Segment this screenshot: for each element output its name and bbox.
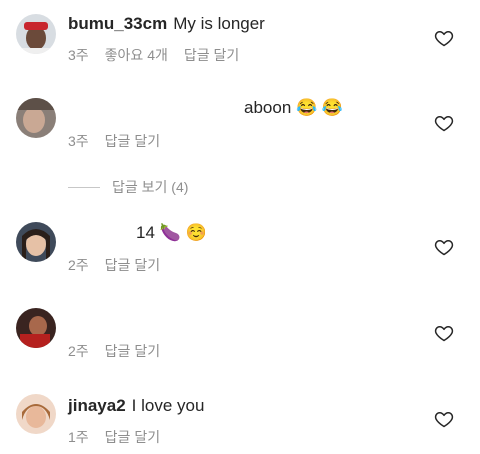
avatar[interactable] — [16, 222, 56, 262]
comment-meta: 3주 답글 달기 — [68, 131, 176, 151]
comment-text: I love you — [131, 396, 205, 415]
comment-time: 2주 — [68, 343, 89, 359]
heart-outline-icon[interactable] — [434, 323, 454, 343]
reply-button[interactable]: 답글 달기 — [105, 257, 160, 273]
reply-button[interactable]: 답글 달기 — [105, 343, 160, 359]
comment-meta: 1주 답글 달기 — [68, 427, 176, 447]
reply-button[interactable]: 답글 달기 — [105, 429, 160, 445]
comment-username[interactable]: bumu_33cm — [68, 14, 167, 33]
comment-time: 1주 — [68, 429, 89, 445]
heart-outline-icon[interactable] — [434, 237, 454, 257]
view-replies-label: 답글 보기 (4) — [112, 179, 189, 195]
avatar[interactable] — [16, 98, 56, 138]
heart-outline-icon[interactable] — [434, 113, 454, 133]
reply-button[interactable]: 답글 달기 — [184, 47, 239, 63]
comment-text: aboon 😂 😂 — [244, 98, 344, 117]
comment-meta: 2주 답글 달기 — [68, 255, 176, 275]
comment-username[interactable]: jinaya2 — [68, 396, 126, 415]
comment-meta: 3주 좋아요 4개 답글 달기 — [68, 45, 255, 65]
avatar[interactable] — [16, 308, 56, 348]
view-replies-button[interactable]: 답글 보기 (4) — [68, 177, 188, 197]
comment-text: 14 🍆 ☺️ — [136, 223, 207, 242]
heart-outline-icon[interactable] — [434, 409, 454, 429]
comment-time: 3주 — [68, 47, 89, 63]
comment-time: 2주 — [68, 257, 89, 273]
comment-meta: 2주 답글 달기 — [68, 341, 176, 361]
reply-button[interactable]: 답글 달기 — [105, 133, 160, 149]
heart-outline-icon[interactable] — [434, 28, 454, 48]
divider — [68, 186, 100, 188]
comment-time: 3주 — [68, 133, 89, 149]
avatar[interactable] — [16, 394, 56, 434]
comment-likes[interactable]: 좋아요 4개 — [105, 47, 168, 63]
comment-text: My is longer — [173, 14, 265, 33]
avatar[interactable] — [16, 14, 56, 54]
